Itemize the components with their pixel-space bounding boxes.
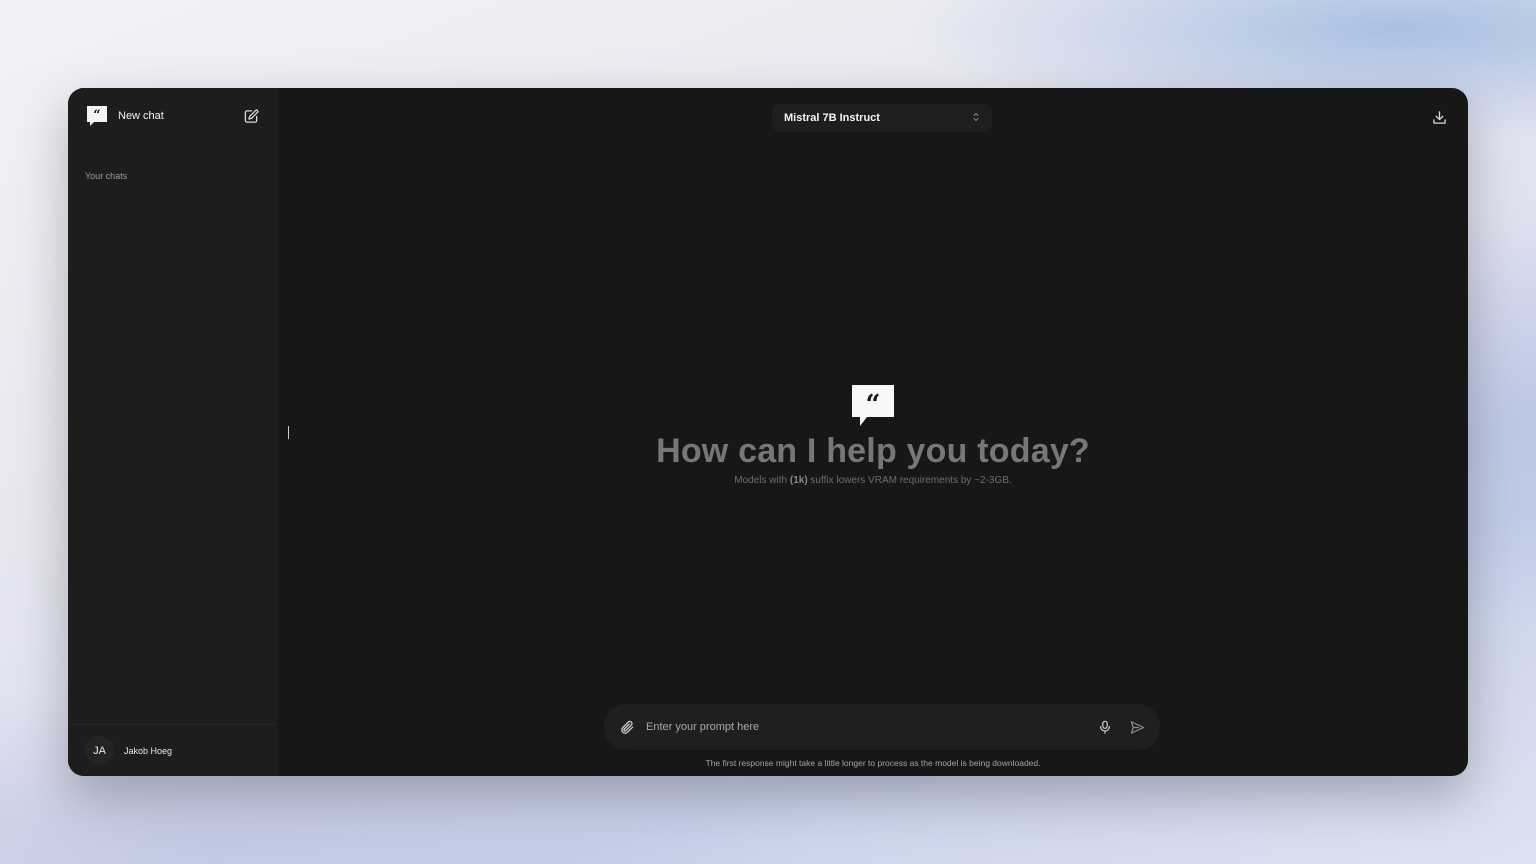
welcome-hero: “ How can I help you today? Models with …	[278, 384, 1468, 486]
edit-icon[interactable]	[242, 107, 260, 125]
page-title: How can I help you today?	[656, 432, 1090, 470]
svg-text:“: “	[93, 108, 100, 123]
model-select[interactable]: Mistral 7B Instruct	[772, 104, 992, 132]
svg-text:“: “	[866, 390, 881, 420]
quote-bubble-icon: “	[851, 384, 895, 428]
prompt-input[interactable]	[646, 721, 1096, 733]
your-chats-heading: Your chats	[85, 171, 128, 181]
sidebar: “ New chat Your chats JA Jakob Hoeg	[68, 88, 278, 776]
download-icon[interactable]	[1430, 108, 1448, 126]
prompt-composer	[604, 704, 1160, 750]
hero-subtitle: Models with (1k) suffix lowers VRAM requ…	[278, 475, 1468, 486]
hero-subtitle-suffix: suffix lowers VRAM requirements by ~2-3G…	[807, 475, 1012, 486]
new-chat-label: New chat	[118, 110, 164, 122]
model-select-label: Mistral 7B Instruct	[784, 112, 880, 124]
quote-bubble-icon: “	[86, 105, 108, 127]
hero-subtitle-prefix: Models with	[734, 475, 790, 486]
paperclip-icon[interactable]	[618, 718, 636, 736]
avatar: JA	[85, 736, 114, 765]
hero-subtitle-bold: (1k)	[789, 475, 808, 486]
composer-actions	[1096, 718, 1146, 736]
new-chat-button[interactable]: “ New chat	[86, 105, 164, 127]
app-window: “ New chat Your chats JA Jakob Hoeg Mist…	[68, 88, 1468, 776]
microphone-icon[interactable]	[1096, 718, 1114, 736]
chat-main: Mistral 7B Instruct “ How can I help you…	[278, 88, 1468, 776]
user-name: Jakob Hoeg	[124, 745, 173, 756]
download-hint: The first response might take a little l…	[705, 758, 1041, 768]
chevron-up-down-icon	[972, 109, 980, 127]
user-profile[interactable]: JA Jakob Hoeg	[68, 724, 278, 776]
send-icon[interactable]	[1128, 718, 1146, 736]
sidebar-header: “ New chat	[68, 88, 278, 144]
